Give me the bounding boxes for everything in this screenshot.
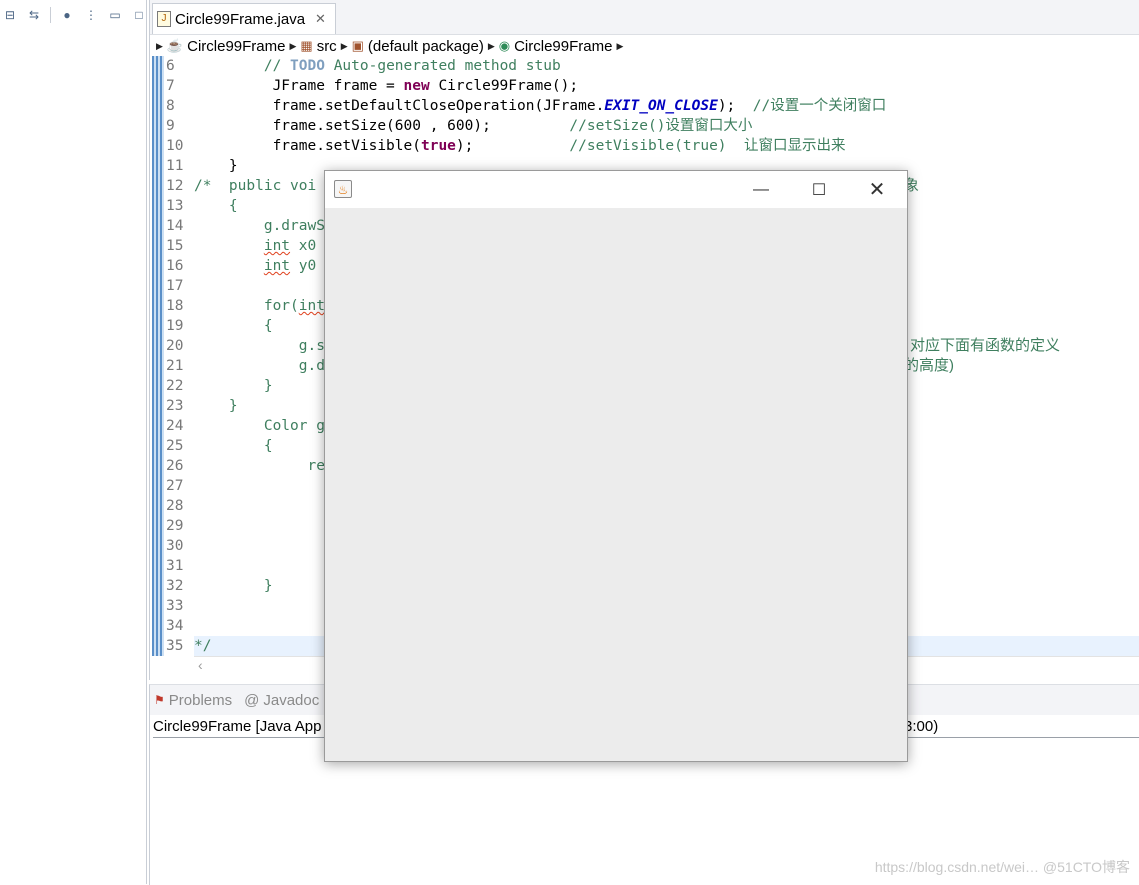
line-number: 8 (166, 98, 175, 114)
console-title-right: 3:00) (904, 718, 939, 735)
tab-javadoc[interactable]: @ Javadoc (244, 692, 319, 709)
java-file-icon: J (157, 11, 171, 27)
line-number: 16 (166, 258, 184, 274)
jframe-titlebar[interactable]: ♨ — ☐ ✕ (325, 171, 907, 208)
line-number: 28 (166, 498, 184, 514)
breadcrumb-src[interactable]: src (317, 38, 337, 55)
line-number: 25 (166, 438, 184, 454)
line-number: 35 (166, 638, 184, 654)
line-number: 20 (166, 338, 184, 354)
watermark: https://blog.csdn.net/wei… @51CTO博客 (874, 859, 1130, 875)
package-icon: ▣ (351, 38, 364, 53)
editor-tab[interactable]: J Circle99Frame.java ✕ (152, 3, 336, 34)
problems-icon: ⚑ (154, 693, 165, 707)
line-number: 23 (166, 398, 184, 414)
line-number: 26 (166, 458, 184, 474)
line-number: 34 (166, 618, 184, 634)
line-number: 22 (166, 378, 184, 394)
code-line[interactable]: frame.setSize(600 , 600); //setSize()设置窗… (194, 116, 1139, 136)
line-number: 32 (166, 578, 184, 594)
minimize-icon[interactable]: ▭ (107, 7, 123, 23)
line-number-gutter: 6 7 8 9 10 11 12 13 14 15 16 17 18 19 20 21 22 23 24 25 26 27… (166, 56, 194, 656)
package-explorer-toolbar: ⊟ ⇆ ● ⋮ ▭ □ (0, 0, 148, 30)
line-number: 15 (166, 238, 184, 254)
line-number: 11 (166, 158, 184, 174)
console-title-left: Circle99Frame [Java App (153, 718, 322, 735)
breadcrumb-class[interactable]: Circle99Frame (514, 38, 612, 55)
link-with-editor-icon[interactable]: ⇆ (26, 7, 42, 23)
class-icon: ◉ (498, 38, 511, 53)
collapse-all-icon[interactable]: ⊟ (2, 7, 18, 23)
tab-javadoc-label: Javadoc (263, 691, 320, 709)
code-fragment: 对应下面有函数的定义 (910, 337, 1061, 354)
editor-tab-label: Circle99Frame.java (175, 10, 306, 28)
code-line[interactable]: // TODO Auto-generated method stub (194, 56, 1139, 76)
javadoc-icon: @ (244, 691, 260, 709)
chevron-right-icon[interactable]: ▶ (488, 41, 495, 52)
line-number: 19 (166, 318, 184, 334)
line-number: 6 (166, 58, 175, 74)
line-number: 24 (166, 418, 184, 434)
code-line[interactable]: JFrame frame = new Circle99Frame(); (194, 76, 1139, 96)
toolbar-separator (50, 7, 51, 23)
line-number: 27 (166, 478, 184, 494)
close-button[interactable]: ✕ (854, 171, 900, 208)
line-number: 7 (166, 78, 175, 94)
chevron-right-icon[interactable]: ▶ (289, 41, 296, 52)
line-number: 9 (166, 118, 175, 134)
close-tab-icon[interactable]: ✕ (315, 11, 326, 27)
line-number: 14 (166, 218, 184, 234)
minimize-button[interactable]: — (738, 171, 784, 208)
source-folder-icon: ▦ (300, 38, 313, 53)
line-number: 30 (166, 538, 184, 554)
line-number: 17 (166, 278, 184, 294)
line-number: 18 (166, 298, 184, 314)
overview-ruler (152, 56, 164, 656)
view-menu-icon[interactable]: ⋮ (83, 7, 99, 23)
breadcrumb-package[interactable]: (default package) (368, 38, 484, 55)
code-fragment: 的高度) (904, 357, 954, 374)
chevron-right-icon[interactable]: ▶ (616, 41, 623, 52)
project-icon: ☕ (166, 38, 184, 53)
breadcrumb-project[interactable]: Circle99Frame (187, 38, 285, 55)
line-number: 31 (166, 558, 184, 574)
java-cup-icon: ♨ (334, 180, 352, 198)
chevron-right-icon[interactable]: ▶ (341, 41, 348, 52)
jframe-content-pane[interactable] (325, 208, 907, 761)
breadcrumb: ▶ ☕ Circle99Frame ▶ ▦ src ▶ ▣ (default p… (156, 36, 623, 56)
tab-problems[interactable]: ⚑ Problems (154, 692, 232, 709)
code-line[interactable]: frame.setVisible(true); //setVisible(tru… (194, 136, 1139, 156)
line-number: 13 (166, 198, 184, 214)
jframe-window[interactable]: ♨ — ☐ ✕ (324, 170, 908, 762)
chevron-right-icon[interactable]: ▶ (156, 41, 163, 52)
maximize-button[interactable]: ☐ (796, 171, 842, 208)
line-number: 21 (166, 358, 184, 374)
focus-icon[interactable]: ● (59, 7, 75, 23)
line-number: 10 (166, 138, 184, 154)
editor-tab-strip: J Circle99Frame.java ✕ (150, 0, 1139, 35)
line-number: 12 (166, 178, 184, 194)
maximize-icon[interactable]: □ (131, 7, 147, 23)
tab-problems-label: Problems (168, 691, 233, 709)
line-number: 33 (166, 598, 184, 614)
line-number: 29 (166, 518, 184, 534)
code-line[interactable]: frame.setDefaultCloseOperation(JFrame.EX… (194, 96, 1139, 116)
package-explorer: ⊟ ⇆ ● ⋮ ▭ □ (0, 0, 147, 884)
